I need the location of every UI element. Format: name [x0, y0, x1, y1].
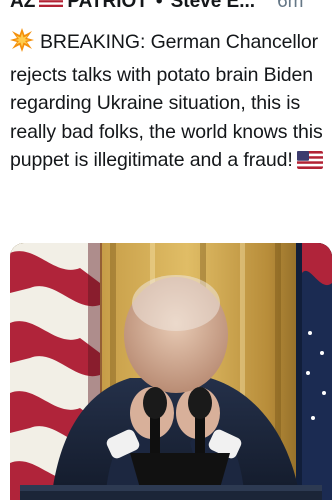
user-handle[interactable]: Steve E...	[171, 0, 256, 13]
display-name-end[interactable]: PATRIOT	[67, 0, 148, 13]
tweet-text: BREAKING: German Chancellor rejects talk…	[10, 28, 328, 178]
display-name-start[interactable]: AZ	[10, 0, 35, 13]
flag-right-photo	[296, 243, 332, 500]
tweet-photo[interactable]	[10, 243, 332, 500]
collision-icon	[10, 28, 34, 61]
tweet-body: BREAKING: German Chancellor rejects talk…	[10, 31, 323, 171]
header-separator: •	[155, 0, 163, 12]
tweet-header[interactable]: AZ PATRIOT • Steve E... 6m	[10, 0, 336, 13]
tweet-screen: AZ PATRIOT • Steve E... 6m BREAKING: Ger…	[0, 0, 336, 500]
us-flag-icon	[39, 0, 64, 13]
us-flag-icon	[296, 149, 323, 178]
tweet-timestamp[interactable]: 6m	[277, 0, 303, 13]
